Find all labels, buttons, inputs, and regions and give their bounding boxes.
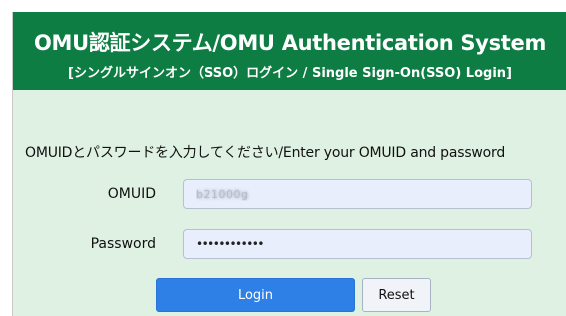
omuid-label: OMUID xyxy=(107,186,156,202)
login-window: OMU認証システム/OMU Authentication System [シング… xyxy=(12,12,566,316)
reset-button[interactable]: Reset xyxy=(362,278,431,312)
login-form: OMUIDとパスワードを入力してください/Enter your OMUID an… xyxy=(13,90,566,316)
password-input[interactable] xyxy=(183,229,532,259)
header-banner: OMU認証システム/OMU Authentication System [シング… xyxy=(13,12,566,90)
omuid-input[interactable] xyxy=(183,179,532,209)
page-subtitle: [シングルサインオン（SSO）ログイン / Single Sign-On(SSO… xyxy=(68,66,512,81)
login-instruction: OMUIDとパスワードを入力してください/Enter your OMUID an… xyxy=(25,145,506,161)
page-title: OMU認証システム/OMU Authentication System xyxy=(33,31,547,55)
password-label: Password xyxy=(90,236,156,252)
login-button[interactable]: Login xyxy=(156,278,355,312)
